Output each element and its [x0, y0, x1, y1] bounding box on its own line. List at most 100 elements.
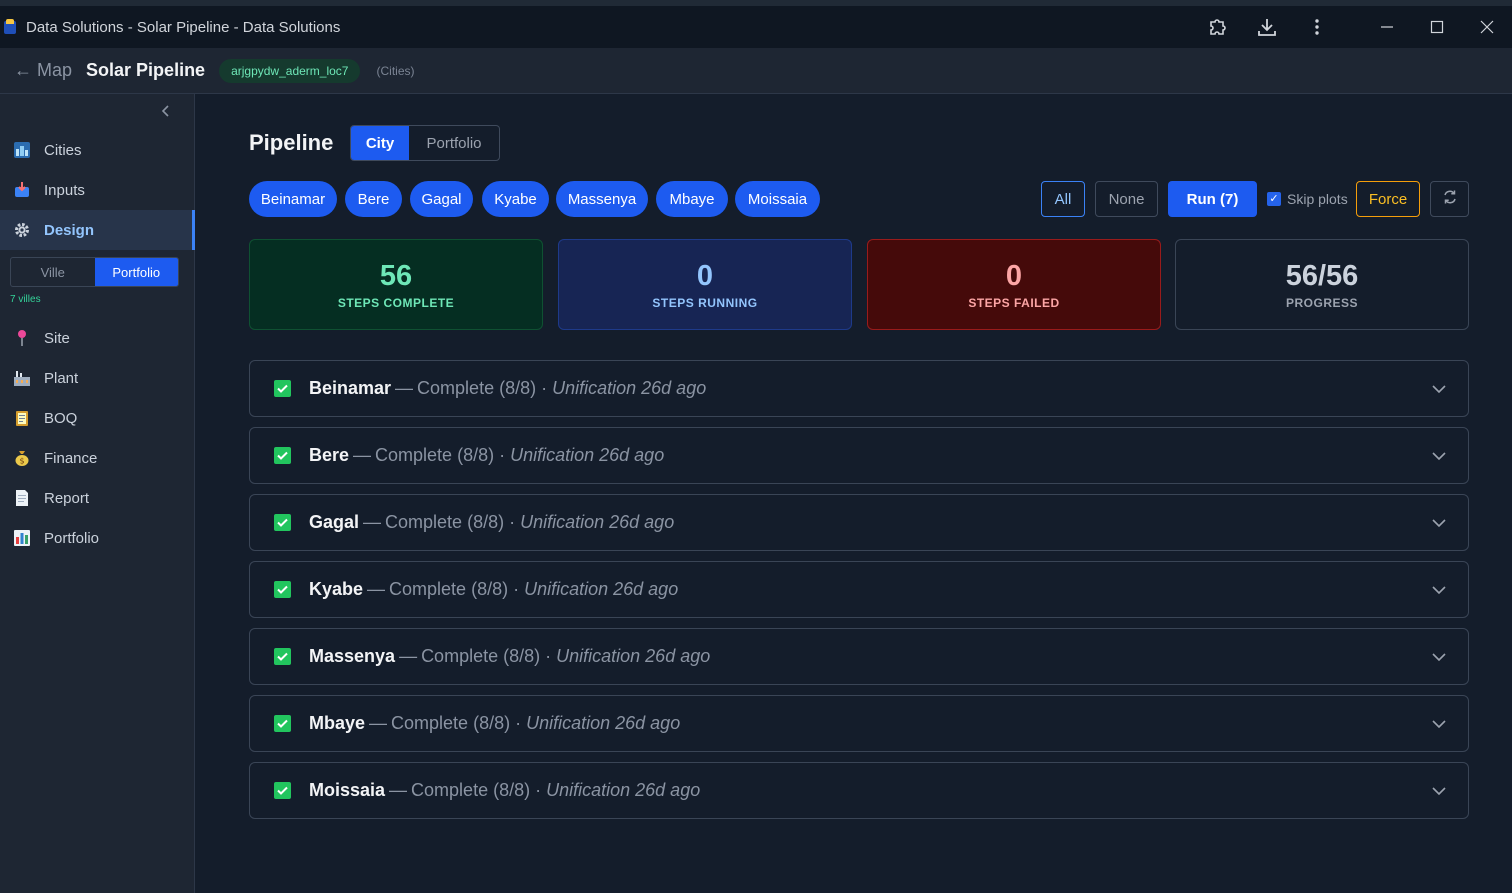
sidebar-item-inputs[interactable]: Inputs — [0, 170, 195, 210]
city-name: Moissaia — [309, 780, 386, 800]
sidebar-item-label: Inputs — [44, 181, 85, 199]
chevron-down-icon[interactable] — [1432, 381, 1446, 399]
check-icon — [274, 648, 291, 665]
window-title-bar: Data Solutions - Solar Pipeline - Data S… — [0, 0, 1512, 48]
sidebar-item-report[interactable]: Report — [0, 478, 195, 518]
app-logo-icon — [4, 19, 18, 35]
select-all-button[interactable]: All — [1041, 181, 1085, 217]
city-row-beinamar[interactable]: Beinamar — Complete (8/8) · Unification 26d … — [249, 360, 1469, 417]
city-last-step: Unification 26d ago — [546, 780, 701, 800]
gear-icon — [12, 220, 32, 240]
chevron-down-icon[interactable] — [1432, 515, 1446, 533]
back-to-map-link[interactable]: ← Map — [14, 60, 72, 81]
city-chip-gagal[interactable]: Gagal — [410, 181, 473, 217]
sidebar-item-label: Portfolio — [44, 529, 100, 547]
refresh-button[interactable] — [1430, 181, 1469, 217]
close-icon[interactable] — [1462, 6, 1512, 48]
sidebar-item-label: Cities — [44, 141, 82, 159]
svg-text:$: $ — [19, 457, 24, 466]
city-chip-massenya[interactable]: Massenya — [556, 181, 648, 217]
stat-label: STEPS RUNNING — [652, 295, 758, 310]
chevron-down-icon[interactable] — [1432, 783, 1446, 801]
select-none-button[interactable]: None — [1095, 181, 1158, 217]
city-last-step: Unification 26d ago — [556, 646, 711, 666]
chevron-down-icon[interactable] — [1432, 448, 1446, 466]
city-chip-kyabe[interactable]: Kyabe — [482, 181, 549, 217]
window-title: Data Solutions - Solar Pipeline - Data S… — [26, 18, 341, 36]
collapse-sidebar-icon[interactable] — [160, 104, 172, 123]
city-last-step: Unification 26d ago — [526, 713, 681, 733]
money-bag-icon: $ — [12, 448, 32, 468]
pin-icon — [12, 328, 32, 348]
toggle-ville[interactable]: Ville — [11, 258, 95, 286]
more-options-icon[interactable] — [1292, 6, 1342, 48]
city-last-step: Unification 26d ago — [552, 378, 707, 398]
project-title: Solar Pipeline — [86, 60, 206, 80]
city-status: Complete (8/8) — [411, 780, 531, 800]
city-name: Massenya — [309, 646, 396, 666]
maximize-icon[interactable] — [1412, 6, 1462, 48]
context-label: (Cities) — [376, 63, 415, 78]
stat-progress: 56/56 PROGRESS — [1175, 239, 1469, 330]
city-row-bere[interactable]: Bere — Complete (8/8) · Unification 26d ago — [249, 427, 1469, 484]
city-last-step: Unification 26d ago — [520, 512, 675, 532]
stat-label: STEPS FAILED — [968, 295, 1060, 310]
skip-plots-option[interactable]: ✓ Skip plots — [1267, 181, 1348, 217]
city-status: Complete (8/8) — [391, 713, 511, 733]
city-row-massenya[interactable]: Massenya — Complete (8/8) · Unification 26d … — [249, 628, 1469, 685]
toggle-portfolio-view[interactable]: Portfolio — [409, 126, 499, 160]
extensions-icon[interactable] — [1192, 6, 1242, 48]
main-content: Pipeline City Portfolio Beinamar Bere Ga… — [195, 94, 1512, 893]
stat-value: 0 — [696, 259, 714, 292]
clipboard-icon — [12, 408, 32, 428]
sidebar-item-label: Site — [44, 329, 70, 347]
app-header: ← Map Solar Pipeline arjgpydw_aderm_loc7… — [0, 48, 1512, 94]
skip-plots-checkbox[interactable]: ✓ — [1267, 192, 1281, 206]
city-row-moissaia[interactable]: Moissaia — Complete (8/8) · Unification 26d … — [249, 762, 1469, 819]
city-chip-moissaia[interactable]: Moissaia — [735, 181, 820, 217]
sidebar-item-label: Plant — [44, 369, 79, 387]
chevron-down-icon[interactable] — [1432, 649, 1446, 667]
stat-steps-failed: 0 STEPS FAILED — [867, 239, 1161, 330]
skip-plots-label: Skip plots — [1287, 191, 1348, 207]
sidebar: Cities Inputs Design Ville Portfolio 7 v… — [0, 94, 195, 893]
sidebar-item-portfolio[interactable]: Portfolio — [0, 518, 195, 558]
sidebar-item-label: Design — [44, 221, 95, 239]
city-row-mbaye[interactable]: Mbaye — Complete (8/8) · Unification 26d ago — [249, 695, 1469, 752]
city-chip-beinamar[interactable]: Beinamar — [249, 181, 337, 217]
city-chip-bere[interactable]: Bere — [345, 181, 402, 217]
sidebar-item-design[interactable]: Design — [0, 210, 195, 250]
sidebar-item-label: Finance — [44, 449, 98, 467]
chevron-down-icon[interactable] — [1432, 582, 1446, 600]
city-last-step: Unification 26d ago — [510, 445, 665, 465]
city-row-kyabe[interactable]: Kyabe — Complete (8/8) · Unification 26d ago — [249, 561, 1469, 618]
city-status: Complete (8/8) — [417, 378, 537, 398]
city-name: Beinamar — [309, 378, 392, 398]
toggle-portfolio[interactable]: Portfolio — [94, 258, 178, 286]
toggle-city[interactable]: City — [351, 126, 409, 160]
chevron-down-icon[interactable] — [1432, 716, 1446, 734]
stat-steps-complete: 56 STEPS COMPLETE — [249, 239, 543, 330]
stat-value: 0 — [1005, 259, 1023, 292]
check-icon — [274, 447, 291, 464]
refresh-icon — [1442, 189, 1458, 209]
page-title: Pipeline — [249, 130, 334, 155]
sidebar-item-label: Report — [44, 489, 90, 507]
sidebar-item-finance[interactable]: $ Finance — [0, 438, 195, 478]
check-icon — [274, 581, 291, 598]
villes-count: 7 villes — [10, 294, 41, 305]
stat-value: 56/56 — [1285, 259, 1359, 292]
sidebar-item-plant[interactable]: Plant — [0, 358, 195, 398]
city-chip-mbaye[interactable]: Mbaye — [656, 181, 728, 217]
download-icon[interactable] — [1242, 6, 1292, 48]
sidebar-item-boq[interactable]: BOQ — [0, 398, 195, 438]
force-button[interactable]: Force — [1356, 181, 1420, 217]
sidebar-item-cities[interactable]: Cities — [0, 130, 195, 170]
minimize-icon[interactable] — [1362, 6, 1412, 48]
document-icon — [12, 488, 32, 508]
inputs-icon — [12, 180, 32, 200]
view-toggle: City Portfolio — [350, 125, 500, 161]
city-row-gagal[interactable]: Gagal — Complete (8/8) · Unification 26d ago — [249, 494, 1469, 551]
sidebar-item-site[interactable]: Site — [0, 318, 195, 358]
run-button[interactable]: Run (7) — [1168, 181, 1257, 217]
